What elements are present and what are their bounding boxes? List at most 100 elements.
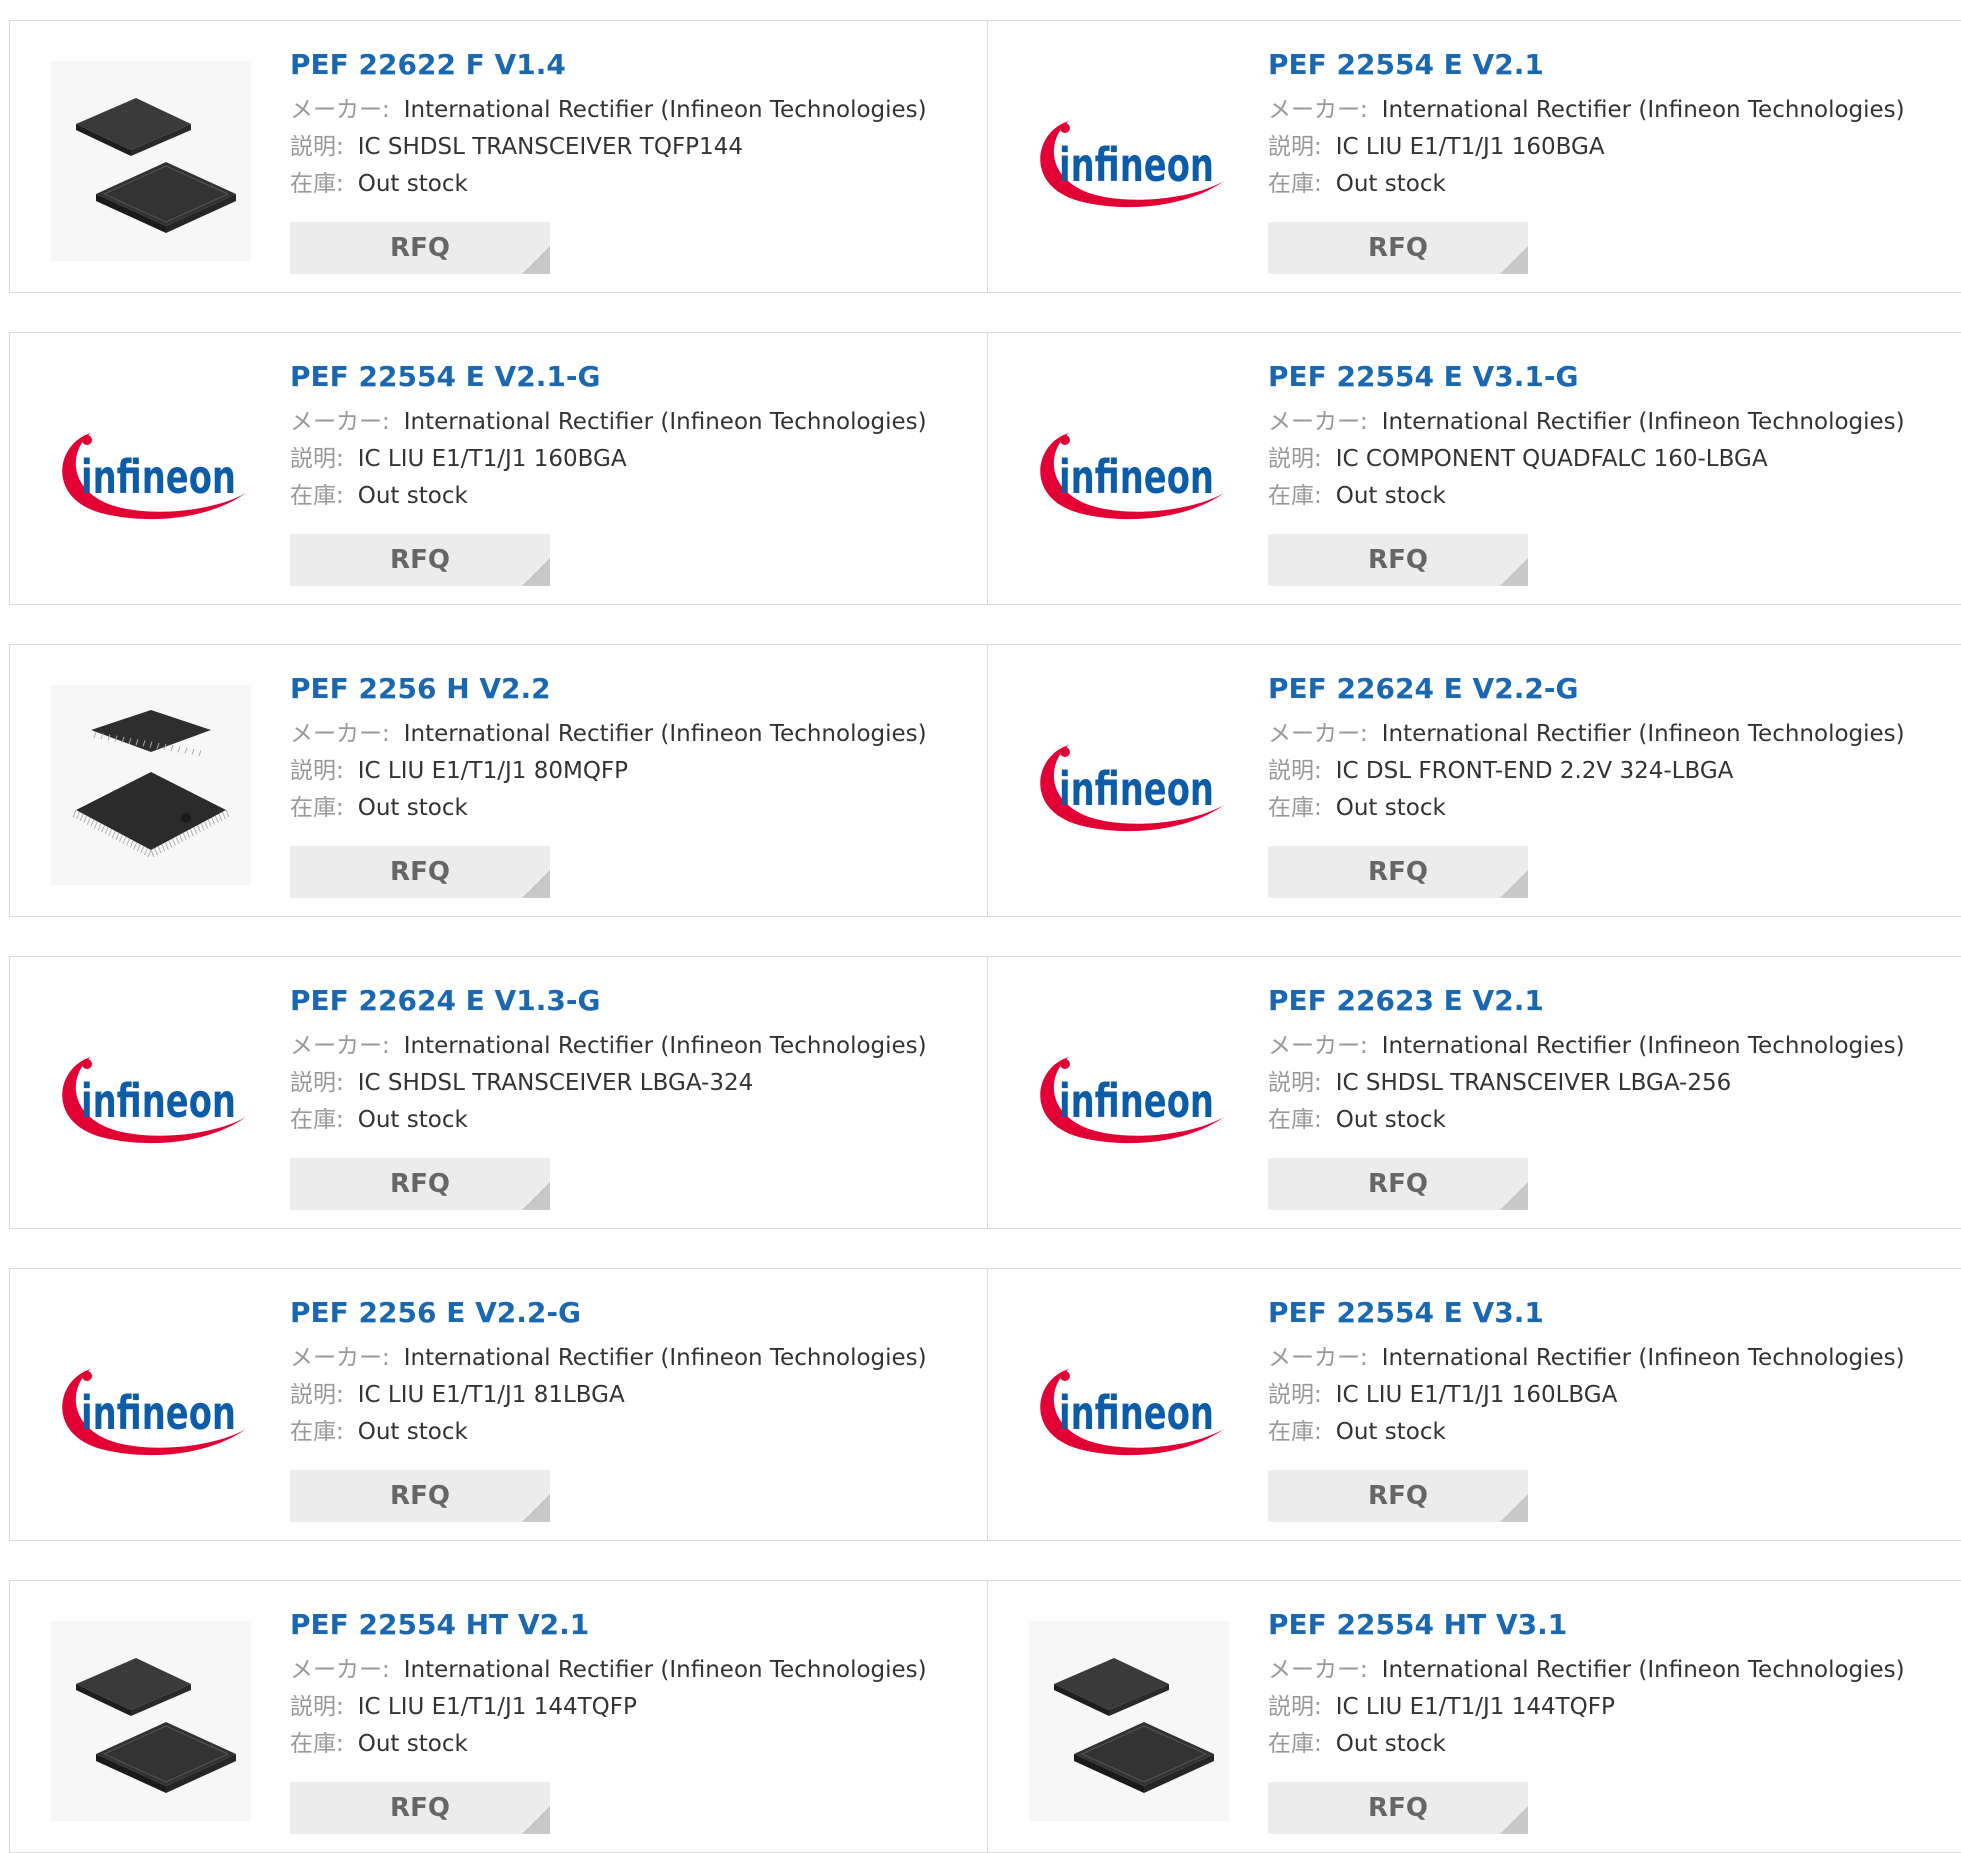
rfq-label: RFQ: [390, 1169, 450, 1199]
product-image[interactable]: infineon: [1029, 1309, 1229, 1509]
part-number-link[interactable]: PEF 22554 E V3.1-G: [1268, 357, 1961, 397]
corner-triangle-icon: [1500, 246, 1528, 274]
rfq-button[interactable]: RFQ: [1268, 846, 1528, 898]
description-line: 説明: IC LIU E1/T1/J1 144TQFP: [290, 1689, 977, 1726]
product-image[interactable]: infineon: [51, 997, 251, 1197]
maker-label: メーカー:: [290, 97, 390, 123]
description-value: IC LIU E1/T1/J1 160BGA: [357, 446, 627, 472]
description-label: 説明:: [290, 446, 344, 472]
maker-value: International Rectifier (Infineon Techno…: [1381, 1657, 1905, 1683]
maker-label: メーカー:: [290, 1345, 390, 1371]
maker-value: International Rectifier (Infineon Techno…: [1381, 721, 1905, 747]
maker-label: メーカー:: [1268, 1657, 1368, 1683]
product-card: infineon PEF 22554 E V2.1-G メーカー: Internati…: [10, 333, 988, 604]
maker-line: メーカー: International Rectifier (Infineon T…: [1268, 1652, 1961, 1689]
rfq-button[interactable]: RFQ: [1268, 534, 1528, 586]
rfq-button[interactable]: RFQ: [1268, 1470, 1528, 1522]
maker-value: International Rectifier (Infineon Techno…: [403, 409, 927, 435]
product-image[interactable]: infineon: [1029, 685, 1229, 885]
corner-triangle-icon: [1500, 1182, 1528, 1210]
stock-label: 在庫:: [290, 171, 344, 197]
description-label: 説明:: [1268, 446, 1322, 472]
maker-value: International Rectifier (Infineon Techno…: [1381, 97, 1905, 123]
maker-line: メーカー: International Rectifier (Infineon T…: [290, 1340, 977, 1377]
svg-text:infineon: infineon: [81, 450, 236, 504]
part-number-link[interactable]: PEF 22554 E V2.1-G: [290, 357, 977, 397]
product-info: PEF 22554 E V2.1-G メーカー: International Rec…: [290, 357, 977, 515]
description-value: IC LIU E1/T1/J1 144TQFP: [1335, 1694, 1615, 1720]
product-row: PEF 22622 F V1.4 メーカー: International Recti…: [9, 20, 1961, 293]
stock-line: 在庫: Out stock: [1268, 790, 1961, 827]
part-number-link[interactable]: PEF 22622 F V1.4: [290, 45, 977, 85]
description-label: 説明:: [1268, 1382, 1322, 1408]
rfq-button[interactable]: RFQ: [290, 846, 550, 898]
product-image[interactable]: infineon: [51, 1309, 251, 1509]
stock-line: 在庫: Out stock: [290, 790, 977, 827]
product-image[interactable]: [51, 685, 251, 885]
stock-line: 在庫: Out stock: [290, 1102, 977, 1139]
part-number-link[interactable]: PEF 22554 E V3.1: [1268, 1293, 1961, 1333]
part-number-link[interactable]: PEF 22623 E V2.1: [1268, 981, 1961, 1021]
stock-label: 在庫:: [1268, 171, 1322, 197]
rfq-button[interactable]: RFQ: [290, 1158, 550, 1210]
description-label: 説明:: [290, 134, 344, 160]
description-value: IC LIU E1/T1/J1 144TQFP: [357, 1694, 637, 1720]
part-number-link[interactable]: PEF 22554 E V2.1: [1268, 45, 1961, 85]
maker-label: メーカー:: [1268, 97, 1368, 123]
description-line: 説明: IC SHDSL TRANSCEIVER LBGA-324: [290, 1065, 977, 1102]
rfq-label: RFQ: [390, 545, 450, 575]
description-line: 説明: IC LIU E1/T1/J1 160BGA: [290, 441, 977, 478]
part-number-link[interactable]: PEF 22554 HT V2.1: [290, 1605, 977, 1645]
part-number-link[interactable]: PEF 22624 E V2.2-G: [1268, 669, 1961, 709]
description-value: IC DSL FRONT-END 2.2V 324-LBGA: [1335, 758, 1734, 784]
product-image[interactable]: infineon: [51, 373, 251, 573]
stock-line: 在庫: Out stock: [1268, 166, 1961, 203]
product-image[interactable]: infineon: [1029, 997, 1229, 1197]
maker-label: メーカー:: [290, 1657, 390, 1683]
maker-line: メーカー: International Rectifier (Infineon T…: [290, 1652, 977, 1689]
svg-text:infineon: infineon: [81, 1074, 236, 1128]
svg-text:infineon: infineon: [1059, 762, 1214, 816]
stock-value: Out stock: [357, 1107, 468, 1133]
product-card: infineon PEF 22624 E V1.3-G メーカー: Internati…: [10, 957, 988, 1228]
rfq-button[interactable]: RFQ: [290, 1782, 550, 1834]
part-number-link[interactable]: PEF 22554 HT V3.1: [1268, 1605, 1961, 1645]
part-number-link[interactable]: PEF 22624 E V1.3-G: [290, 981, 977, 1021]
product-image[interactable]: [1029, 1621, 1229, 1821]
rfq-button[interactable]: RFQ: [1268, 1158, 1528, 1210]
rfq-button[interactable]: RFQ: [290, 534, 550, 586]
maker-label: メーカー:: [290, 409, 390, 435]
maker-value: International Rectifier (Infineon Techno…: [1381, 1033, 1905, 1059]
stock-line: 在庫: Out stock: [290, 1414, 977, 1451]
product-image[interactable]: [51, 61, 251, 261]
stock-label: 在庫:: [1268, 795, 1322, 821]
description-value: IC SHDSL TRANSCEIVER LBGA-256: [1335, 1070, 1732, 1096]
maker-line: メーカー: International Rectifier (Infineon T…: [1268, 716, 1961, 753]
rfq-label: RFQ: [390, 233, 450, 263]
product-row: infineon PEF 22554 E V2.1-G メーカー: Internati…: [9, 332, 1961, 605]
product-image[interactable]: [51, 1621, 251, 1821]
qfp-chip-icon: [1054, 1658, 1214, 1793]
part-number-link[interactable]: PEF 2256 H V2.2: [290, 669, 977, 709]
product-info: PEF 22624 E V2.2-G メーカー: International Rec…: [1268, 669, 1961, 827]
corner-triangle-icon: [522, 1806, 550, 1834]
stock-line: 在庫: Out stock: [1268, 478, 1961, 515]
infineon-logo: infineon: [62, 1057, 246, 1144]
description-line: 説明: IC COMPONENT QUADFALC 160-LBGA: [1268, 441, 1961, 478]
stock-value: Out stock: [357, 171, 468, 197]
rfq-label: RFQ: [1368, 1169, 1428, 1199]
rfq-button[interactable]: RFQ: [290, 222, 550, 274]
svg-text:infineon: infineon: [1059, 138, 1214, 192]
product-image[interactable]: infineon: [1029, 61, 1229, 261]
stock-line: 在庫: Out stock: [290, 166, 977, 203]
product-image[interactable]: infineon: [1029, 373, 1229, 573]
product-card: PEF 2256 H V2.2 メーカー: International Rectif…: [10, 645, 988, 916]
maker-label: メーカー:: [1268, 1345, 1368, 1371]
rfq-button[interactable]: RFQ: [290, 1470, 550, 1522]
rfq-button[interactable]: RFQ: [1268, 1782, 1528, 1834]
stock-label: 在庫:: [1268, 1731, 1322, 1757]
rfq-button[interactable]: RFQ: [1268, 222, 1528, 274]
stock-line: 在庫: Out stock: [1268, 1414, 1961, 1451]
product-info: PEF 22554 E V3.1 メーカー: International Recti…: [1268, 1293, 1961, 1451]
part-number-link[interactable]: PEF 2256 E V2.2-G: [290, 1293, 977, 1333]
